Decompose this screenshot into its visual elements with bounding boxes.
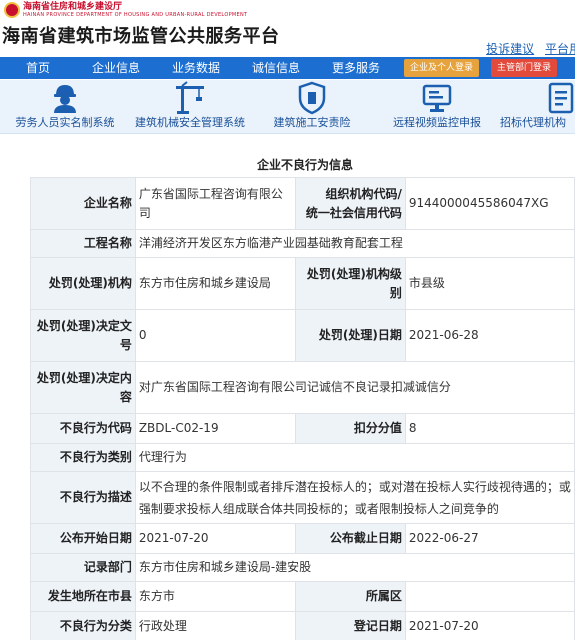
table-row: 处罚(处理)机构 东方市住房和城乡建设局 处罚(处理)机构级别 市县级 <box>30 257 575 310</box>
field-label: 不良行为代码 <box>30 413 136 444</box>
field-label: 处罚(处理)机构 <box>30 257 136 310</box>
service-label: 劳务人员实名制系统 <box>15 116 115 129</box>
district-value <box>404 581 575 612</box>
publish-start-value: 2021-07-20 <box>134 523 297 554</box>
table-row: 不良行为代码 ZBDL-C02-19 扣分分值 8 <box>30 413 575 444</box>
penalty-level-value: 市县级 <box>404 257 575 310</box>
field-label: 记录部门 <box>30 553 136 582</box>
field-label: 不良行为分类 <box>30 611 136 640</box>
field-label: 所属区 <box>295 581 406 612</box>
table-row: 不良行为分类 行政处理 登记日期 2021-07-20 <box>30 611 575 640</box>
table-row: 发生地所在市县 东方市 所属区 <box>30 581 575 612</box>
class-value: 行政处理 <box>134 611 297 640</box>
service-label: 招标代理机构 <box>500 116 566 129</box>
table-row: 不良行为类别 代理行为 <box>30 443 575 472</box>
org-code-label-line1: 组织机构代码/ <box>325 186 402 201</box>
deduct-value: 8 <box>404 413 575 444</box>
field-label: 工程名称 <box>30 229 136 258</box>
platform-link[interactable]: 平台用 <box>545 42 575 56</box>
table-row: 处罚(处理)决定文号 0 处罚(处理)日期 2021-06-28 <box>30 309 575 362</box>
city-value: 东方市 <box>134 581 297 612</box>
enterprise-login-button[interactable]: 企业及个人登录 <box>404 59 480 77</box>
service-worker-realname[interactable]: 劳务人员实名制系统 <box>9 80 121 130</box>
field-label: 扣分分值 <box>295 413 406 444</box>
nav-home[interactable]: 首页 <box>0 57 76 79</box>
reg-date-value: 2021-07-20 <box>404 611 575 640</box>
table-row: 工程名称 洋浦经济开发区东方临港产业园基础教育配套工程 <box>30 229 575 258</box>
decision-no-value: 0 <box>134 309 297 362</box>
behavior-code-value: ZBDL-C02-19 <box>134 413 297 444</box>
table-row: 企业名称 广东省国际工程咨询有限公司 组织机构代码/统一社会信用代码 91440… <box>30 177 575 230</box>
field-label: 企业名称 <box>30 177 136 230</box>
service-remote-video[interactable]: 远程视频监控申报 <box>387 80 487 130</box>
field-label: 不良行为描述 <box>30 471 136 524</box>
feedback-link[interactable]: 投诉建议 <box>486 42 534 56</box>
nav-more-services[interactable]: 更多服务 <box>316 57 396 79</box>
insurance-icon <box>262 80 362 116</box>
service-machinery-safety[interactable]: 建筑机械安全管理系统 <box>128 80 252 130</box>
field-label: 处罚(处理)决定文号 <box>30 309 136 362</box>
table-row: 公布开始日期 2021-07-20 公布截止日期 2022-06-27 <box>30 523 575 554</box>
main-nav: 首页 企业信息 业务数据 诚信信息 更多服务 企业及个人登录 主管部门登录 <box>0 57 575 79</box>
nav-business-data[interactable]: 业务数据 <box>156 57 236 79</box>
field-label: 公布截止日期 <box>295 523 406 554</box>
field-label: 组织机构代码/统一社会信用代码 <box>295 177 406 230</box>
company-name-value: 广东省国际工程咨询有限公司 <box>134 177 297 230</box>
document-icon <box>500 80 575 116</box>
field-label: 不良行为类别 <box>30 443 136 472</box>
decision-content-value: 对广东省国际工程咨询有限公司记诚信不良记录扣减诚信分 <box>134 361 575 414</box>
field-label: 发生地所在市县 <box>30 581 136 612</box>
publish-end-value: 2022-06-27 <box>404 523 575 554</box>
category-value: 代理行为 <box>134 443 575 472</box>
field-label: 处罚(处理)日期 <box>295 309 406 362</box>
worker-icon <box>9 80 121 116</box>
description-value: 以不合理的条件限制或者排斥潜在投标人的；或对潜在投标人实行歧视待遇的；或强制要求… <box>134 471 575 524</box>
emblem-icon <box>4 2 20 18</box>
penalty-org-value: 东方市住房和城乡建设局 <box>134 257 297 310</box>
site-header: 海南省住房和城乡建设厅 HAINAN PROVINCE DEPARTMENT O… <box>0 0 575 56</box>
site-title: 海南省建筑市场监管公共服务平台 <box>2 26 280 47</box>
field-label: 公布开始日期 <box>30 523 136 554</box>
monitor-icon <box>387 80 487 116</box>
project-value: 洋浦经济开发区东方临港产业园基础教育配套工程 <box>134 229 575 258</box>
table-row: 不良行为描述 以不合理的条件限制或者排斥潜在投标人的；或对潜在投标人实行歧视待遇… <box>30 471 575 524</box>
field-label: 处罚(处理)机构级别 <box>295 257 406 310</box>
nav-credit-info[interactable]: 诚信信息 <box>236 57 316 79</box>
service-bid-agency[interactable]: 招标代理机构 <box>500 80 575 130</box>
service-bar: 劳务人员实名制系统 建筑机械安全管理系统 建筑施工安责险 远程视频监控申报 招标… <box>0 80 575 134</box>
org-name: 海南省住房和城乡建设厅 <box>23 2 123 12</box>
service-label: 建筑机械安全管理系统 <box>135 116 245 129</box>
table-row: 记录部门 东方市住房和城乡建设局-建安股 <box>30 553 575 582</box>
service-label: 建筑施工安责险 <box>273 116 351 129</box>
service-construction-insurance[interactable]: 建筑施工安责险 <box>262 80 362 130</box>
penalty-date-value: 2021-06-28 <box>404 309 575 362</box>
org-code-label-line2: 统一社会信用代码 <box>305 205 402 220</box>
field-label: 登记日期 <box>295 611 406 640</box>
crane-icon <box>128 80 252 116</box>
department-login-button[interactable]: 主管部门登录 <box>491 59 558 77</box>
service-label: 远程视频监控申报 <box>393 116 481 129</box>
field-label: 处罚(处理)决定内容 <box>30 361 136 414</box>
org-name-en: HAINAN PROVINCE DEPARTMENT OF HOUSING AN… <box>23 12 248 18</box>
org-code-value: 9144000045586047XG <box>404 177 575 230</box>
table-row: 处罚(处理)决定内容 对广东省国际工程咨询有限公司记诚信不良记录扣减诚信分 <box>30 361 575 414</box>
nav-enterprise-info[interactable]: 企业信息 <box>76 57 156 79</box>
detail-title: 企业不良行为信息 <box>256 158 353 172</box>
bad-behavior-table: 企业名称 广东省国际工程咨询有限公司 组织机构代码/统一社会信用代码 91440… <box>30 177 575 640</box>
top-links: 投诉建议 平台用 <box>479 40 575 57</box>
record-dept-value: 东方市住房和城乡建设局-建安股 <box>134 553 575 582</box>
org-logo[interactable]: 海南省住房和城乡建设厅 HAINAN PROVINCE DEPARTMENT O… <box>4 2 247 18</box>
